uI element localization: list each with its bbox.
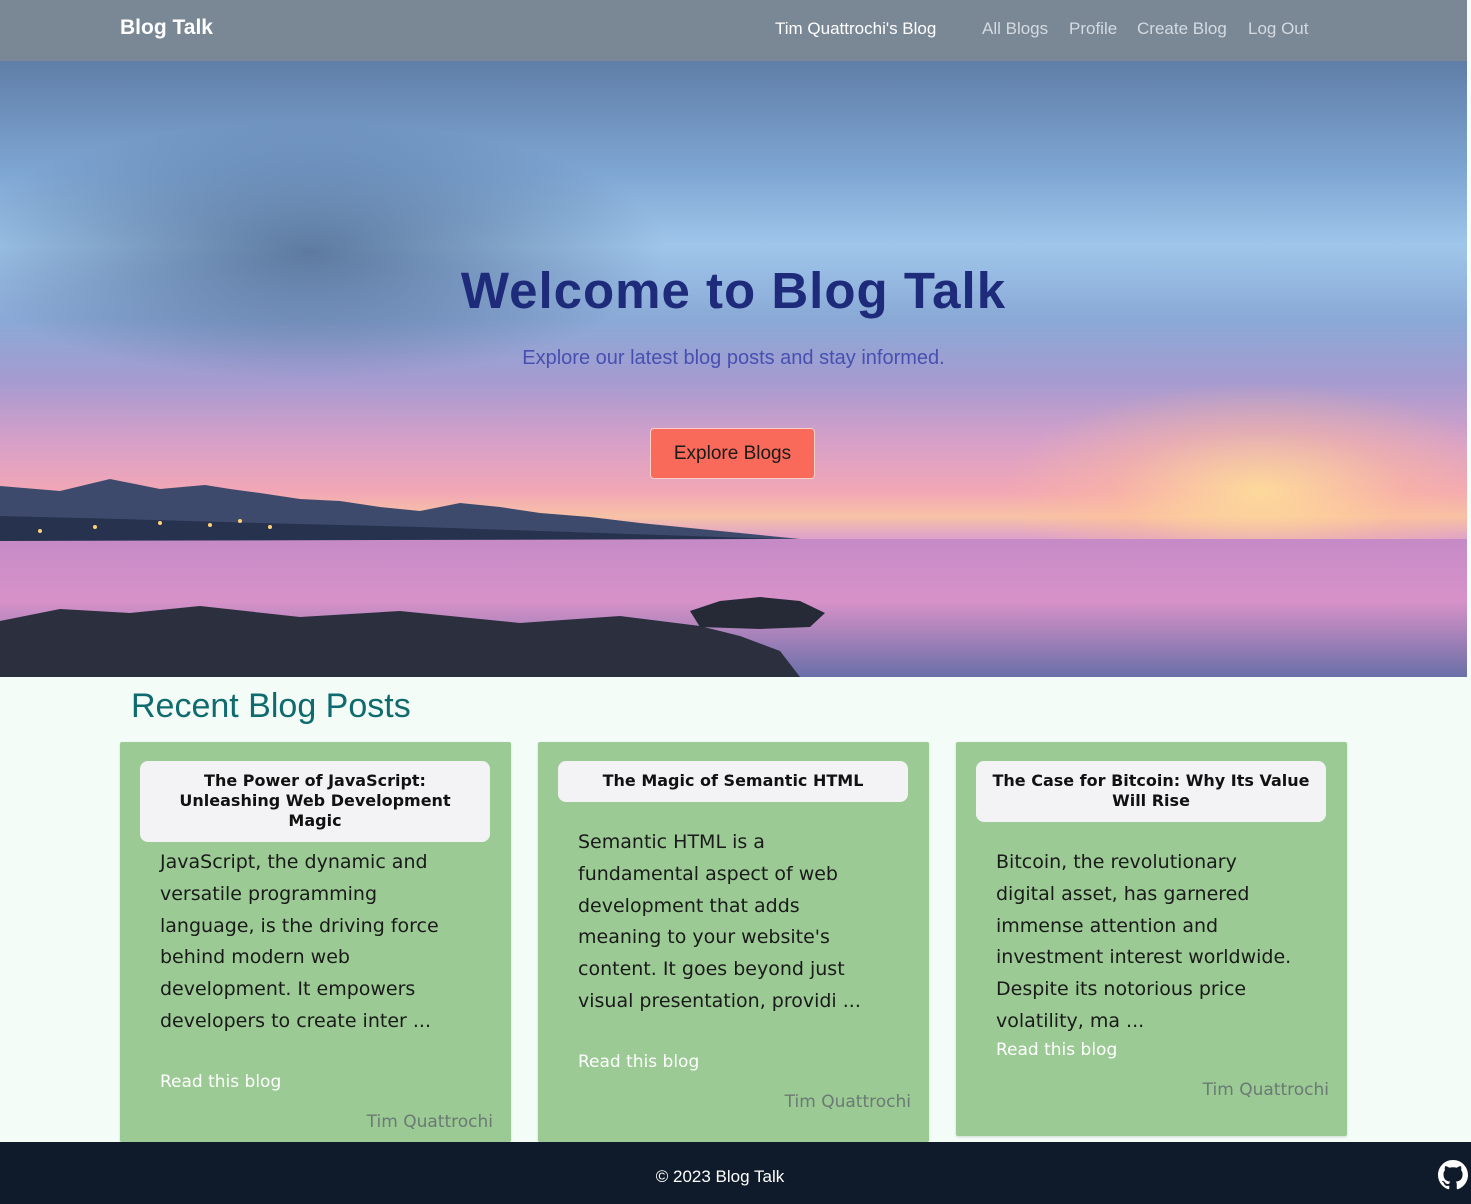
- nav-user-blog-link[interactable]: Tim Quattrochi's Blog: [775, 19, 936, 39]
- nav-all-blogs-link[interactable]: All Blogs: [982, 19, 1048, 39]
- blog-card-excerpt: JavaScript, the dynamic and versatile pr…: [160, 851, 439, 1032]
- brand-logo-link[interactable]: Blog Talk: [120, 16, 213, 40]
- read-blog-link[interactable]: Read this blog: [160, 1072, 281, 1092]
- github-icon[interactable]: [1438, 1160, 1468, 1190]
- blog-card-title: The Case for Bitcoin: Why Its Value Will…: [976, 761, 1326, 822]
- navbar: Blog Talk Tim Quattrochi's Blog All Blog…: [0, 0, 1467, 61]
- footer: © 2023 Blog Talk: [0, 1142, 1471, 1204]
- nav-profile-link[interactable]: Profile: [1069, 19, 1117, 39]
- blog-card-title: The Power of JavaScript: Unleashing Web …: [140, 761, 490, 842]
- blog-card-excerpt: Bitcoin, the revolutionary digital asset…: [996, 851, 1292, 1032]
- nav-create-blog-link[interactable]: Create Blog: [1137, 19, 1227, 39]
- explore-blogs-button[interactable]: Explore Blogs: [650, 428, 815, 479]
- read-blog-link[interactable]: Read this blog: [996, 1040, 1117, 1060]
- blog-card-author: Tim Quattrochi: [784, 1092, 911, 1112]
- blog-card: The Case for Bitcoin: Why Its Value Will…: [956, 742, 1347, 1136]
- blog-card-author: Tim Quattrochi: [1202, 1080, 1329, 1100]
- footer-copyright: © 2023 Blog Talk: [655, 1167, 785, 1186]
- hero-banner: Welcome to Blog Talk Explore our latest …: [0, 61, 1467, 677]
- blog-card-author: Tim Quattrochi: [366, 1112, 493, 1132]
- blog-card-title: The Magic of Semantic HTML: [558, 761, 908, 802]
- recent-posts-heading: Recent Blog Posts: [131, 687, 411, 725]
- blog-card: The Magic of Semantic HTML Semantic HTML…: [538, 742, 929, 1142]
- read-blog-link[interactable]: Read this blog: [578, 1052, 699, 1072]
- blog-card: The Power of JavaScript: Unleashing Web …: [120, 742, 511, 1142]
- blog-card-excerpt: Semantic HTML is a fundamental aspect of…: [578, 831, 861, 1012]
- hero-title: Welcome to Blog Talk: [460, 262, 1007, 319]
- hero-subtitle: Explore our latest blog posts and stay i…: [522, 347, 945, 369]
- nav-log-out-link[interactable]: Log Out: [1248, 19, 1309, 39]
